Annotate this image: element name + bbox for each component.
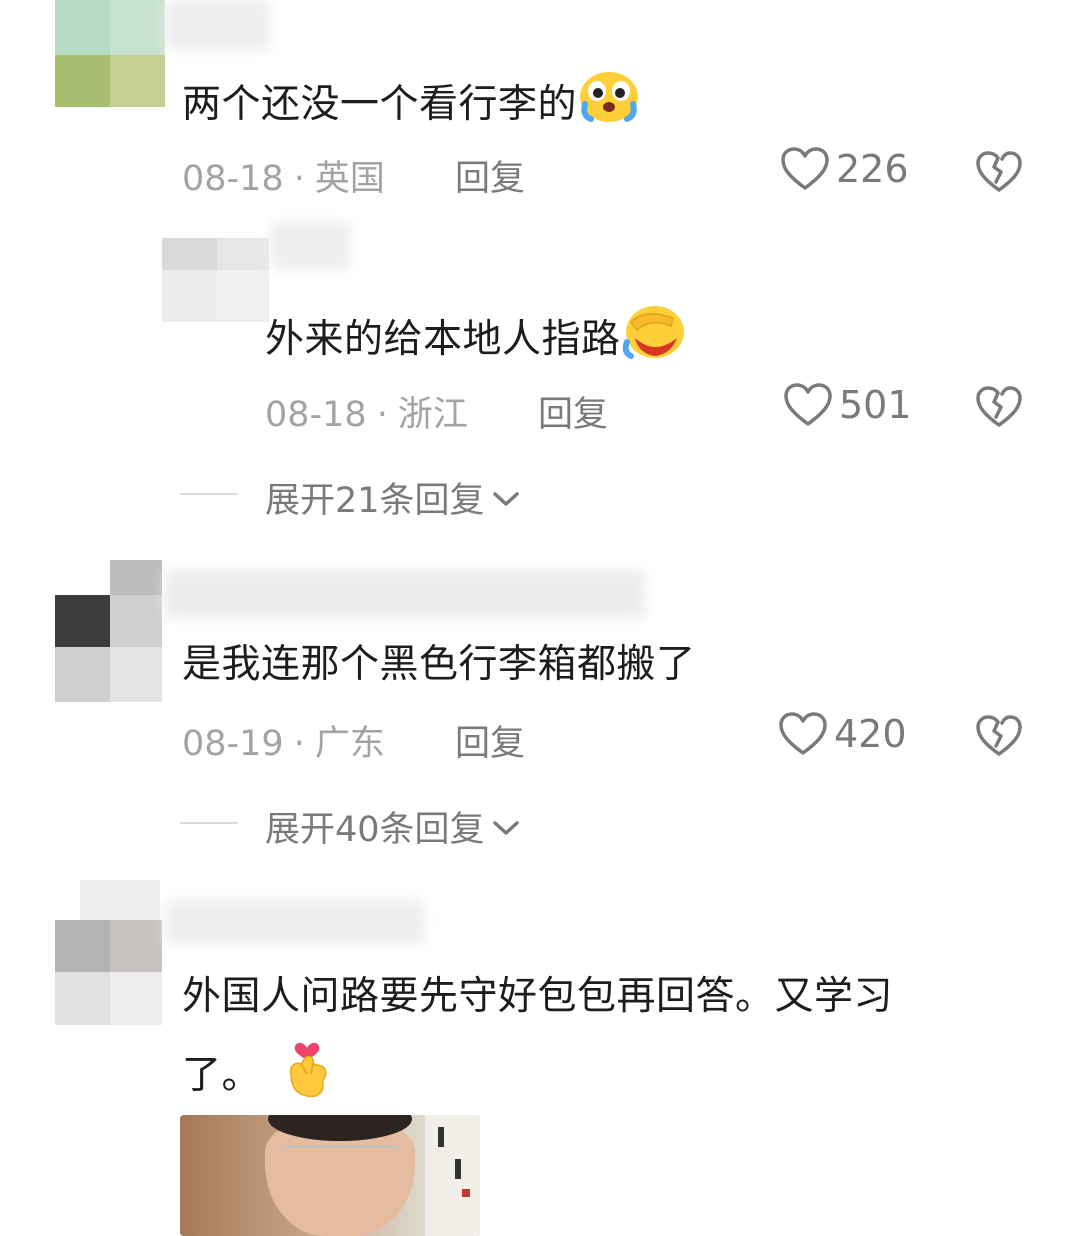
like-count: 420	[834, 712, 907, 756]
heart-icon	[780, 146, 830, 192]
divider	[180, 493, 238, 495]
dislike-button[interactable]	[975, 150, 1023, 194]
reply-button[interactable]: 回复	[455, 715, 525, 766]
comment-location: 广东	[314, 724, 385, 764]
like-button[interactable]: 226	[780, 146, 909, 192]
seal-stamp	[462, 1189, 470, 1197]
dislike-button[interactable]	[975, 385, 1023, 429]
calligraphy-scroll	[425, 1115, 480, 1236]
comment-date: 08-18	[182, 159, 284, 199]
like-count: 501	[839, 383, 912, 427]
heart-icon	[778, 711, 828, 757]
expand-replies-button[interactable]: 展开40条回复	[265, 801, 521, 852]
cry-laughing-face-emoji	[577, 64, 641, 149]
attached-image[interactable]	[180, 1115, 480, 1236]
comment-text: 了。	[182, 1034, 333, 1121]
reply-button[interactable]: 回复	[538, 386, 608, 437]
comment-text: 外来的给本地人指路	[265, 300, 687, 383]
comment-text: 外国人问路要先守好包包再回答。又学习	[182, 974, 894, 1019]
heart-icon	[783, 382, 833, 428]
username-redacted	[165, 900, 425, 944]
broken-heart-icon	[975, 714, 1023, 758]
comment-meta: 08-18 · 英国	[182, 159, 385, 199]
reply-button[interactable]: 回复	[455, 150, 525, 201]
chevron-down-icon	[491, 478, 521, 518]
like-count: 226	[836, 147, 909, 191]
comment-text: 是我连那个黑色行李箱都搬了	[182, 642, 696, 687]
expand-replies-button[interactable]: 展开21条回复	[265, 472, 521, 523]
finger-heart-emoji	[281, 1034, 333, 1121]
like-button[interactable]: 501	[783, 382, 912, 428]
calligraphy-mark	[438, 1127, 444, 1147]
dislike-button[interactable]	[975, 714, 1023, 758]
facepalm-laughing-face-emoji	[621, 300, 687, 383]
comment-meta: 08-18 · 浙江	[265, 395, 468, 435]
comment-meta: 08-19 · 广东	[182, 724, 385, 764]
broken-heart-icon	[975, 150, 1023, 194]
username-redacted	[270, 222, 350, 270]
comment-location: 英国	[314, 159, 385, 199]
username-redacted	[165, 570, 645, 618]
comment-date: 08-18	[265, 395, 367, 435]
divider	[180, 822, 238, 824]
broken-heart-icon	[975, 385, 1023, 429]
comment-text: 两个还没一个看行李的	[182, 64, 641, 149]
calligraphy-mark	[455, 1159, 461, 1179]
comment-location: 浙江	[397, 395, 468, 435]
like-button[interactable]: 420	[778, 711, 907, 757]
glasses	[280, 1145, 400, 1170]
comment-date: 08-19	[182, 724, 284, 764]
username-redacted	[165, 0, 270, 50]
chevron-down-icon	[491, 807, 521, 847]
